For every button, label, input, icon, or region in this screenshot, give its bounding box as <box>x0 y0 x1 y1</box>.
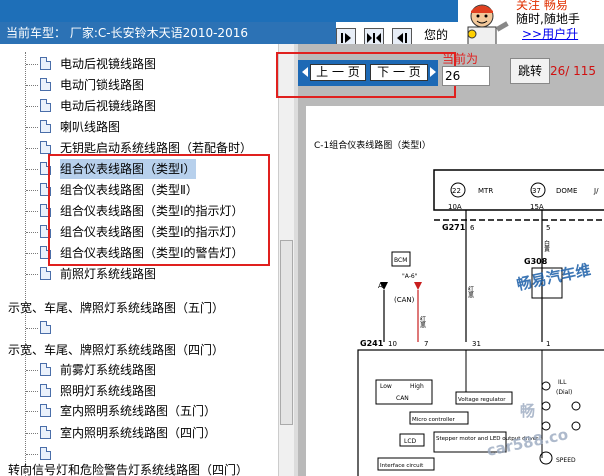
fuse-3-name: J/ <box>593 187 599 195</box>
g241-pin3: 31 <box>472 340 481 348</box>
document-icon <box>40 384 51 397</box>
tree-branch <box>26 106 38 107</box>
tree-branch <box>26 411 38 412</box>
ad-link[interactable]: >>用户升 <box>522 25 578 42</box>
wire-bai-upper: 白黄 <box>543 239 550 253</box>
document-icon <box>40 141 51 154</box>
info-text: 您的 <box>424 28 449 42</box>
tree-item-label: 前照灯系统线路图 <box>60 267 157 281</box>
tree-item-label: 示宽、车尾、牌照灯系统线路图（五门） <box>8 301 225 315</box>
tree-item-label: 转向信号灯和危险警告灯系统线路图（四门） <box>8 463 249 476</box>
connector-g271: G271 <box>442 223 466 232</box>
tree-branch <box>26 211 38 212</box>
tree-scrollbar[interactable] <box>278 44 295 476</box>
iface-label: Interface circuit <box>380 463 424 469</box>
g308-pin: 5 <box>546 224 550 232</box>
diagram-title: C-1组合仪表线路图（类型Ⅰ） <box>314 139 431 151</box>
document-icon <box>40 120 51 133</box>
highlight-box-tree <box>48 154 270 266</box>
tree-item-label: 电动后视镜线路图 <box>60 57 157 71</box>
wiring-diagram-drawing: C-1组合仪表线路图（类型Ⅰ） 22 MTR 10A 37 DOME 15A J… <box>314 139 604 476</box>
g271-pin: 6 <box>470 224 475 232</box>
tree-branch <box>26 370 38 371</box>
g241-pin1: 10 <box>388 340 397 348</box>
tree-branch <box>26 169 38 170</box>
document-icon <box>40 78 51 91</box>
g241-pin4: 1 <box>546 340 550 348</box>
tree-branch <box>26 127 38 128</box>
can-label: (CAN) <box>394 296 415 304</box>
highlight-box-pager <box>276 52 456 98</box>
tree-branch <box>26 454 38 455</box>
tree-branch <box>26 433 38 434</box>
volt-reg-label: Voltage regulator <box>458 397 506 403</box>
tree-branch <box>26 328 38 329</box>
document-icon <box>40 447 51 460</box>
a6-label: "A-6" <box>402 273 418 280</box>
tree-branch <box>26 253 38 254</box>
ill-label: ILL <box>558 379 567 386</box>
tree-branch <box>26 64 38 65</box>
tree-item-label: 喇叭线路图 <box>60 120 121 134</box>
dial-label: (Dial) <box>556 389 572 396</box>
micro-label: Micro controller <box>412 417 456 423</box>
tree-item-label: 示宽、车尾、牌照灯系统线路图（四门） <box>8 343 225 357</box>
tree-connector <box>25 52 26 476</box>
g241-pin2: 7 <box>424 340 428 348</box>
speed-label: SPEED <box>556 457 576 464</box>
document-icon <box>40 426 51 439</box>
bcm-label: BCM <box>394 257 407 264</box>
wiring-diagram-page: C-1组合仪表线路图（类型Ⅰ） 22 MTR 10A 37 DOME 15A J… <box>306 106 604 476</box>
tree-branch <box>26 232 38 233</box>
tree-branch <box>26 85 38 86</box>
watermark-3: car588.co <box>485 425 570 460</box>
document-icon <box>40 57 51 70</box>
tree-item-label: 照明灯系统线路图 <box>60 384 157 398</box>
tree-item-label: 室内照明系统线路图（五门） <box>60 404 217 418</box>
fuse-1-name: MTR <box>478 187 493 195</box>
document-icon <box>40 267 51 280</box>
connector-g308: G308 <box>524 257 548 266</box>
mechanic-mascot-icon <box>467 4 509 46</box>
tree-branch <box>26 391 38 392</box>
current-model-label: 当前车型： 厂家:C-长安铃木天语2010-2016 <box>0 22 336 44</box>
page-number-input[interactable]: 26 <box>442 66 490 86</box>
fuse-2-num: 37 <box>532 187 541 195</box>
lcd-label: LCD <box>404 438 417 445</box>
ad-banner[interactable]: 关注 畅易 随时,随地手 >>用户升 <box>458 0 604 46</box>
tree-item-label: 室内照明系统线路图（四门） <box>60 426 217 440</box>
connector-g241: G241 <box>360 339 384 348</box>
document-icon <box>40 404 51 417</box>
can-high: High <box>410 383 424 390</box>
can-low: Low <box>380 383 392 390</box>
fuse-2-amp: 15A <box>530 203 544 211</box>
wire-hong-lower: 红黑 <box>419 315 426 329</box>
fuse-2-name: DOME <box>556 187 577 195</box>
can-box-label: CAN <box>396 395 409 402</box>
fuse-1-num: 22 <box>452 187 461 195</box>
document-icon <box>40 99 51 112</box>
tree-branch <box>26 148 38 149</box>
page-count: 26/ 115 <box>550 64 597 78</box>
watermark-2: 畅 <box>520 402 535 420</box>
tree-branch <box>26 274 38 275</box>
tree-item-label: 电动后视镜线路图 <box>60 99 157 113</box>
document-icon <box>40 321 51 334</box>
fuse-1-amp: 10A <box>448 203 462 211</box>
tree-item-label: 前雾灯系统线路图 <box>60 363 157 377</box>
tree-branch <box>26 190 38 191</box>
page-label: 当前为 <box>442 52 479 66</box>
tree-item-label: 电动门锁线路图 <box>60 78 145 92</box>
document-icon <box>40 363 51 376</box>
goto-button[interactable]: 跳转 <box>510 58 550 84</box>
scrollbar-thumb[interactable] <box>280 240 293 425</box>
wire-hong-upper: 红黑 <box>467 285 474 299</box>
